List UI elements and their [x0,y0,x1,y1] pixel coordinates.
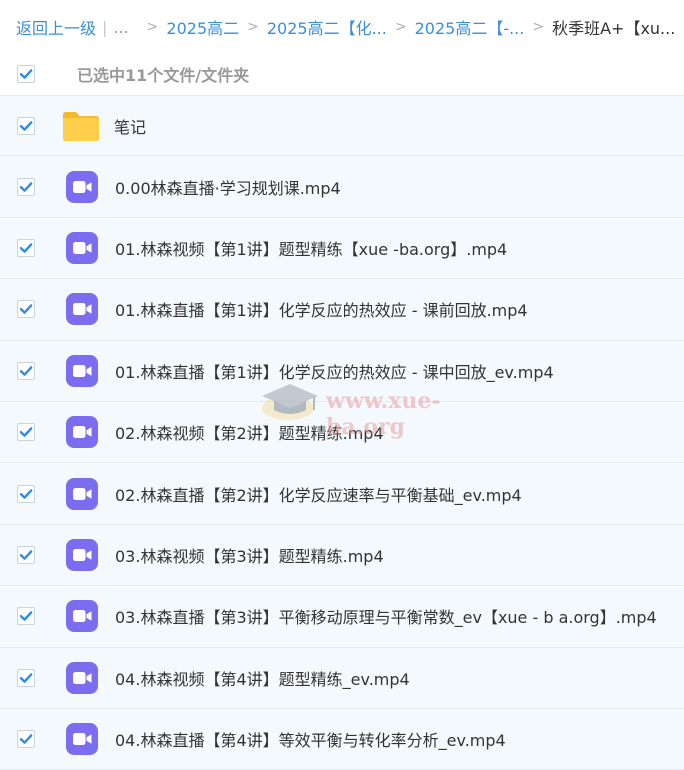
check-icon [19,611,33,622]
breadcrumb-item[interactable]: 2025高二【-... [415,15,525,39]
row-checkbox[interactable] [17,730,35,749]
video-file-icon [65,415,99,449]
check-icon [19,243,33,253]
file-row[interactable]: 03.林森直播【第3讲】平衡移动原理与平衡常数_ev【xue - b a.org… [0,586,684,648]
file-row[interactable]: 0.00林森直播·学习规划课.mp4 [0,156,684,218]
back-link[interactable]: 返回上一级 [16,15,96,39]
check-icon [19,181,33,192]
file-row[interactable]: 04.林森视频【第4讲】题型精练_ev.mp4 [0,647,684,709]
video-file-icon [65,231,99,265]
file-row[interactable]: 03.林森视频【第3讲】题型精练.mp4 [0,524,684,587]
row-checkbox[interactable] [17,668,35,687]
check-icon [19,304,33,315]
check-icon [19,550,33,560]
check-icon [19,488,33,499]
chevron-right-icon: > [532,19,545,35]
file-row[interactable]: 02.林森视频【第2讲】题型精练.mp4 [0,401,684,464]
file-row[interactable]: 04.林森直播【第4讲】等效平衡与转化率分析_ev.mp4 [0,708,684,770]
selection-bar: 已选中11个文件/文件夹 [0,54,684,94]
video-file-icon [65,599,99,633]
video-file-icon [65,170,99,204]
file-list: 笔记 0.00林森直播·学习规划课.mp4 01.林森视频【第1讲】题型精练【xue… [0,95,684,770]
file-row[interactable]: 01.林森直播【第1讲】化学反应的热效应 - 课前回放.mp4 [0,279,684,341]
chevron-right-icon: > [146,19,159,35]
row-checkbox[interactable] [17,484,35,503]
check-icon [19,672,33,683]
row-checkbox[interactable] [17,361,35,380]
breadcrumb-ellipsis[interactable]: ... [113,18,128,37]
file-name[interactable]: 03.林森直播【第3讲】平衡移动原理与平衡常数_ev【xue - b a.org… [115,604,657,628]
file-name[interactable]: 01.林森直播【第1讲】化学反应的热效应 - 课前回放.mp4 [115,297,528,321]
chevron-right-icon: > [394,19,407,35]
row-checkbox[interactable] [17,545,35,564]
video-file-icon [65,354,99,388]
video-file-icon [65,538,99,572]
row-checkbox[interactable] [17,607,35,626]
row-checkbox[interactable] [17,238,35,257]
select-all-checkbox[interactable] [17,65,35,83]
row-checkbox[interactable] [17,300,35,319]
row-checkbox[interactable] [17,177,35,196]
file-name[interactable]: 02.林森视频【第2讲】题型精练.mp4 [115,420,384,444]
file-name[interactable]: 01.林森视频【第1讲】题型精练【xue -ba.org】.mp4 [115,236,507,260]
file-row[interactable]: 01.林森视频【第1讲】题型精练【xue -ba.org】.mp4 [0,217,684,280]
file-name[interactable]: 01.林森直播【第1讲】化学反应的热效应 - 课中回放_ev.mp4 [115,359,554,383]
check-icon [19,120,33,131]
file-row[interactable]: 01.林森直播【第1讲】化学反应的热效应 - 课中回放_ev.mp4 [0,340,684,402]
file-name[interactable]: 02.林森直播【第2讲】化学反应速率与平衡基础_ev.mp4 [115,482,522,506]
video-file-icon [65,722,99,756]
row-checkbox[interactable] [17,116,35,135]
breadcrumb-current: 秋季班A+【xu... [552,19,676,38]
video-file-icon [65,661,99,695]
check-icon [19,427,33,437]
file-name[interactable]: 笔记 [114,114,146,138]
breadcrumb-item[interactable]: 2025高二 [166,15,239,39]
check-icon [19,365,33,376]
breadcrumb-item[interactable]: 2025高二【化... [267,15,387,39]
video-file-icon [65,477,99,511]
breadcrumb: 返回上一级 | ... > 2025高二 > 2025高二【化... > 202… [0,0,684,54]
file-name[interactable]: 03.林森视频【第3讲】题型精练.mp4 [115,543,384,567]
video-file-icon [65,292,99,326]
folder-icon [62,110,100,142]
row-checkbox[interactable] [17,423,35,442]
check-icon [19,734,33,744]
chevron-right-icon: > [247,19,259,35]
check-icon [19,69,33,79]
folder-row[interactable]: 笔记 [0,95,684,157]
file-name[interactable]: 04.林森直播【第4讲】等效平衡与转化率分析_ev.mp4 [115,727,506,751]
breadcrumb-divider: | [102,17,108,37]
file-name[interactable]: 0.00林森直播·学习规划课.mp4 [115,175,341,199]
file-row[interactable]: 02.林森直播【第2讲】化学反应速率与平衡基础_ev.mp4 [0,463,684,525]
file-name[interactable]: 04.林森视频【第4讲】题型精练_ev.mp4 [115,666,410,690]
selection-status: 已选中11个文件/文件夹 [77,66,250,85]
